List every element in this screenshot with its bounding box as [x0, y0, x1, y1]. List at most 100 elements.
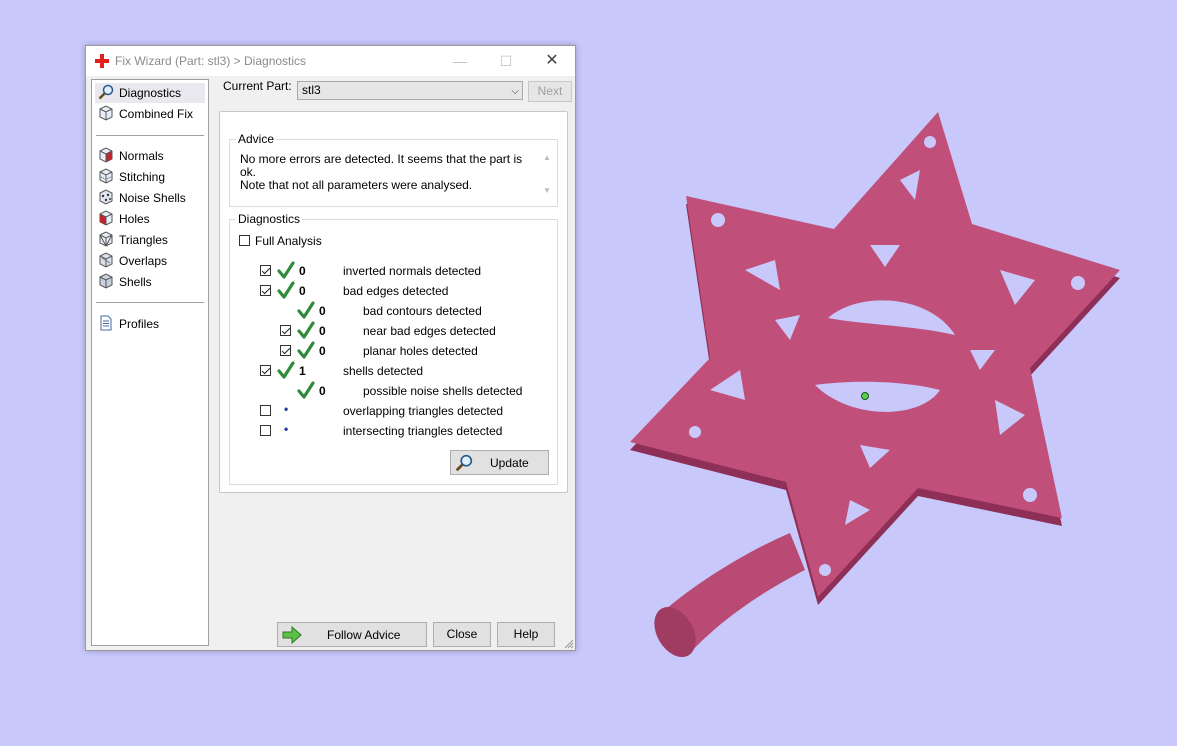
help-button[interactable]: Help [497, 622, 555, 647]
triangles-cube-icon [99, 231, 113, 247]
bad-edges-checkbox[interactable] [260, 285, 271, 296]
advice-scrollbar[interactable]: ▲ ▼ [541, 153, 553, 199]
near-bad-edges-count: 0 [319, 324, 326, 338]
planar-holes-checkbox[interactable] [280, 345, 291, 356]
document-icon [100, 315, 112, 331]
title-bar[interactable]: Fix Wizard (Part: stl3) > Diagnostics — … [86, 46, 575, 76]
green-check-icon [277, 361, 295, 379]
green-check-icon [297, 341, 315, 359]
sidebar-item-label: Noise Shells [119, 191, 186, 205]
advice-line-1: No more errors are detected. It seems th… [240, 152, 523, 179]
sidebar-item-label: Combined Fix [119, 107, 194, 121]
next-button[interactable]: Next [528, 81, 572, 102]
wizard-sidebar: Diagnostics Combined Fix Normals Stitchi… [91, 79, 209, 646]
full-analysis-checkbox[interactable] [239, 235, 250, 246]
diagnostics-title: Diagnostics [236, 212, 303, 226]
inverted-normals-count: 0 [299, 264, 306, 278]
shells-cube-icon [99, 273, 113, 289]
shells-checkbox[interactable] [260, 365, 271, 376]
magnifier-icon [98, 84, 114, 100]
noise-shells-icon [99, 189, 113, 205]
fix-wizard-window: Fix Wizard (Part: stl3) > Diagnostics — … [85, 45, 576, 651]
sidebar-item-label: Holes [119, 212, 150, 226]
update-button[interactable]: Update [450, 450, 549, 475]
overlapping-triangles-checkbox[interactable] [260, 405, 271, 416]
green-check-icon [297, 301, 315, 319]
advice-text: No more errors are detected. It seems th… [240, 153, 530, 192]
close-window-button[interactable]: ✕ [529, 46, 575, 76]
pending-dot-icon: • [284, 422, 289, 436]
sidebar-item-label: Stitching [119, 170, 166, 184]
close-button[interactable]: Close [433, 622, 491, 647]
normals-cube-icon [99, 147, 113, 163]
red-cross-icon [95, 54, 109, 68]
scroll-down-icon[interactable]: ▼ [541, 186, 553, 195]
sidebar-item-label: Normals [119, 149, 164, 163]
star-model-3d-view[interactable] [600, 100, 1140, 680]
overlapping-triangles-label: overlapping triangles detected [343, 404, 504, 418]
sidebar-item-diagnostics[interactable]: Diagnostics [95, 83, 205, 103]
window-title: Fix Wizard (Part: stl3) > Diagnostics [115, 54, 307, 68]
model-pivot-marker [861, 392, 869, 400]
bad-contours-count: 0 [319, 304, 326, 318]
maximize-button[interactable]: ☐ [483, 46, 529, 76]
diagnostics-panel: Advice No more errors are detected. It s… [219, 111, 568, 493]
resize-grip-icon[interactable] [564, 639, 574, 649]
advice-title: Advice [236, 132, 277, 146]
follow-advice-label: Follow Advice [327, 628, 401, 642]
holes-cube-icon [99, 210, 113, 226]
intersecting-triangles-checkbox[interactable] [260, 425, 271, 436]
chevron-down-icon: ⌵ [511, 86, 519, 97]
green-check-icon [277, 261, 295, 279]
model-stem [654, 533, 805, 658]
scroll-up-icon[interactable]: ▲ [541, 153, 553, 162]
sidebar-item-normals[interactable]: Normals [98, 146, 164, 166]
overlaps-cube-icon [99, 252, 113, 268]
near-bad-edges-label: near bad edges detected [363, 324, 496, 338]
noise-shells-label: possible noise shells detected [363, 384, 523, 398]
current-part-select[interactable]: stl3 ⌵ [297, 81, 523, 100]
sidebar-item-noise-shells[interactable]: Noise Shells [98, 188, 186, 208]
sidebar-item-combined-fix[interactable]: Combined Fix [98, 104, 193, 124]
intersecting-triangles-label: intersecting triangles detected [343, 424, 503, 438]
sidebar-item-label: Triangles [119, 233, 168, 247]
current-part-value: stl3 [302, 83, 321, 97]
bad-edges-label: bad edges detected [343, 284, 449, 298]
inverted-normals-label: inverted normals detected [343, 264, 482, 278]
inverted-normals-checkbox[interactable] [260, 265, 271, 276]
advice-group: Advice No more errors are detected. It s… [229, 132, 558, 207]
green-check-icon [277, 281, 295, 299]
near-bad-edges-checkbox[interactable] [280, 325, 291, 336]
sidebar-separator [96, 135, 204, 136]
follow-advice-button[interactable]: Follow Advice [277, 622, 427, 647]
minimize-button[interactable]: — [437, 46, 483, 76]
green-arrow-icon [282, 626, 302, 644]
shells-count: 1 [299, 364, 306, 378]
sidebar-item-overlaps[interactable]: Overlaps [98, 251, 167, 271]
shells-label: shells detected [343, 364, 424, 378]
update-label: Update [490, 456, 529, 470]
sidebar-item-label: Diagnostics [119, 86, 182, 100]
sidebar-item-profiles[interactable]: Profiles [98, 314, 159, 334]
current-part-label: Current Part: [223, 79, 292, 93]
sidebar-item-label: Overlaps [119, 254, 168, 268]
advice-line-2: Note that not all parameters were analys… [240, 178, 473, 192]
sidebar-item-shells[interactable]: Shells [98, 272, 152, 292]
sidebar-item-triangles[interactable]: Triangles [98, 230, 168, 250]
sidebar-separator [96, 302, 204, 303]
sidebar-item-holes[interactable]: Holes [98, 209, 150, 229]
sidebar-item-label: Shells [119, 275, 152, 289]
green-check-icon [297, 321, 315, 339]
cube-icon [99, 105, 113, 121]
bad-edges-count: 0 [299, 284, 306, 298]
pending-dot-icon: • [284, 402, 289, 416]
planar-holes-count: 0 [319, 344, 326, 358]
bad-contours-label: bad contours detected [363, 304, 482, 318]
magnifier-icon [455, 454, 473, 472]
full-analysis-label: Full Analysis [255, 234, 322, 248]
sidebar-item-stitching[interactable]: Stitching [98, 167, 165, 187]
noise-shells-count: 0 [319, 384, 326, 398]
sidebar-item-label: Profiles [119, 317, 160, 331]
diagnostics-group: Diagnostics Full Analysis 0 inverted nor… [229, 212, 558, 485]
planar-holes-label: planar holes detected [363, 344, 478, 358]
